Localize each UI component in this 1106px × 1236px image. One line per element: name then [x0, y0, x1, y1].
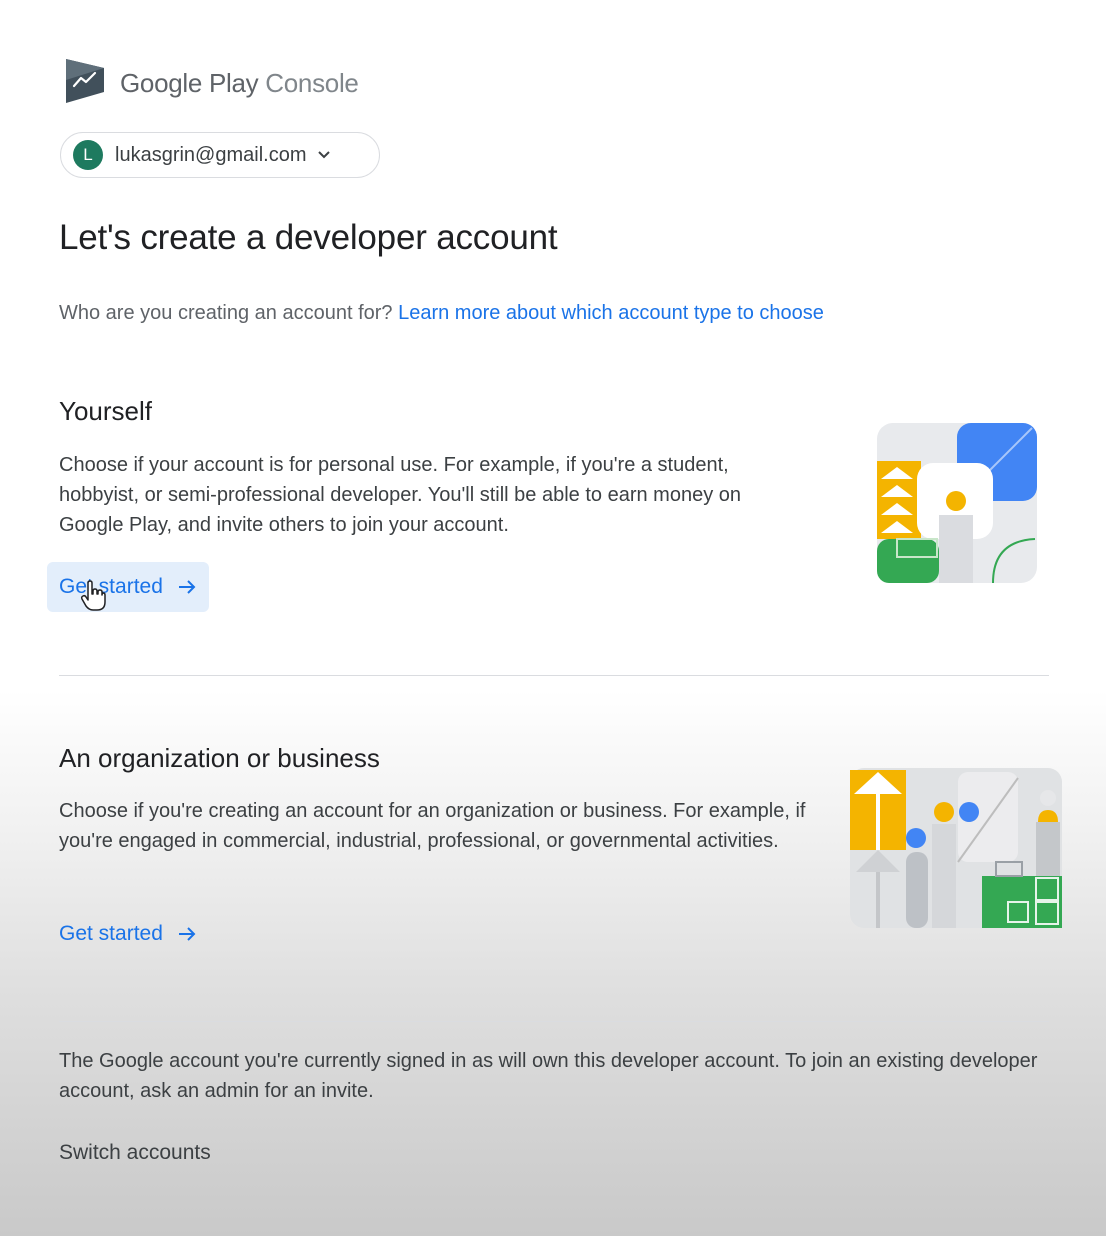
get-started-label: Get started: [59, 922, 163, 945]
play-console-logo[interactable]: Google Play Console: [64, 58, 359, 109]
option-yourself-title: Yourself: [59, 396, 152, 426]
yourself-illustration: [877, 423, 1037, 588]
page-title: Let's create a developer account: [59, 218, 558, 257]
logo-text: Google Play Console: [120, 68, 359, 99]
organization-illustration: [850, 768, 1062, 933]
chevron-down-icon: [316, 147, 332, 163]
section-divider: [59, 675, 1049, 676]
arrow-right-icon: [177, 925, 197, 943]
account-type-question: Who are you creating an account for? Lea…: [59, 302, 824, 325]
get-started-organization-button[interactable]: Get started: [47, 909, 209, 959]
ownership-note: The Google account you're currently sign…: [59, 1050, 1038, 1102]
get-started-yourself-button[interactable]: Get started: [47, 562, 209, 612]
learn-more-link[interactable]: Learn more about which account type to c…: [398, 302, 824, 324]
account-email: lukasgrin@gmail.com: [115, 143, 307, 166]
hand-cursor-icon: [80, 580, 106, 617]
avatar: L: [73, 140, 103, 170]
account-switcher-chip[interactable]: L lukasgrin@gmail.com: [60, 132, 380, 178]
option-organization-title: An organization or business: [59, 743, 380, 773]
play-console-logo-icon: [64, 58, 106, 109]
get-started-label: Get started: [59, 575, 163, 598]
logo-text-console: Console: [265, 68, 359, 98]
section-divider: [59, 1021, 1049, 1022]
logo-text-google-play: Google Play: [120, 68, 259, 98]
switch-accounts-link[interactable]: Switch accounts: [59, 1141, 211, 1165]
question-text: Who are you creating an account for?: [59, 302, 393, 324]
option-yourself-description: Choose if your account is for personal u…: [59, 454, 742, 536]
option-organization-description: Choose if you're creating an account for…: [59, 800, 806, 852]
arrow-right-icon: [177, 578, 197, 596]
